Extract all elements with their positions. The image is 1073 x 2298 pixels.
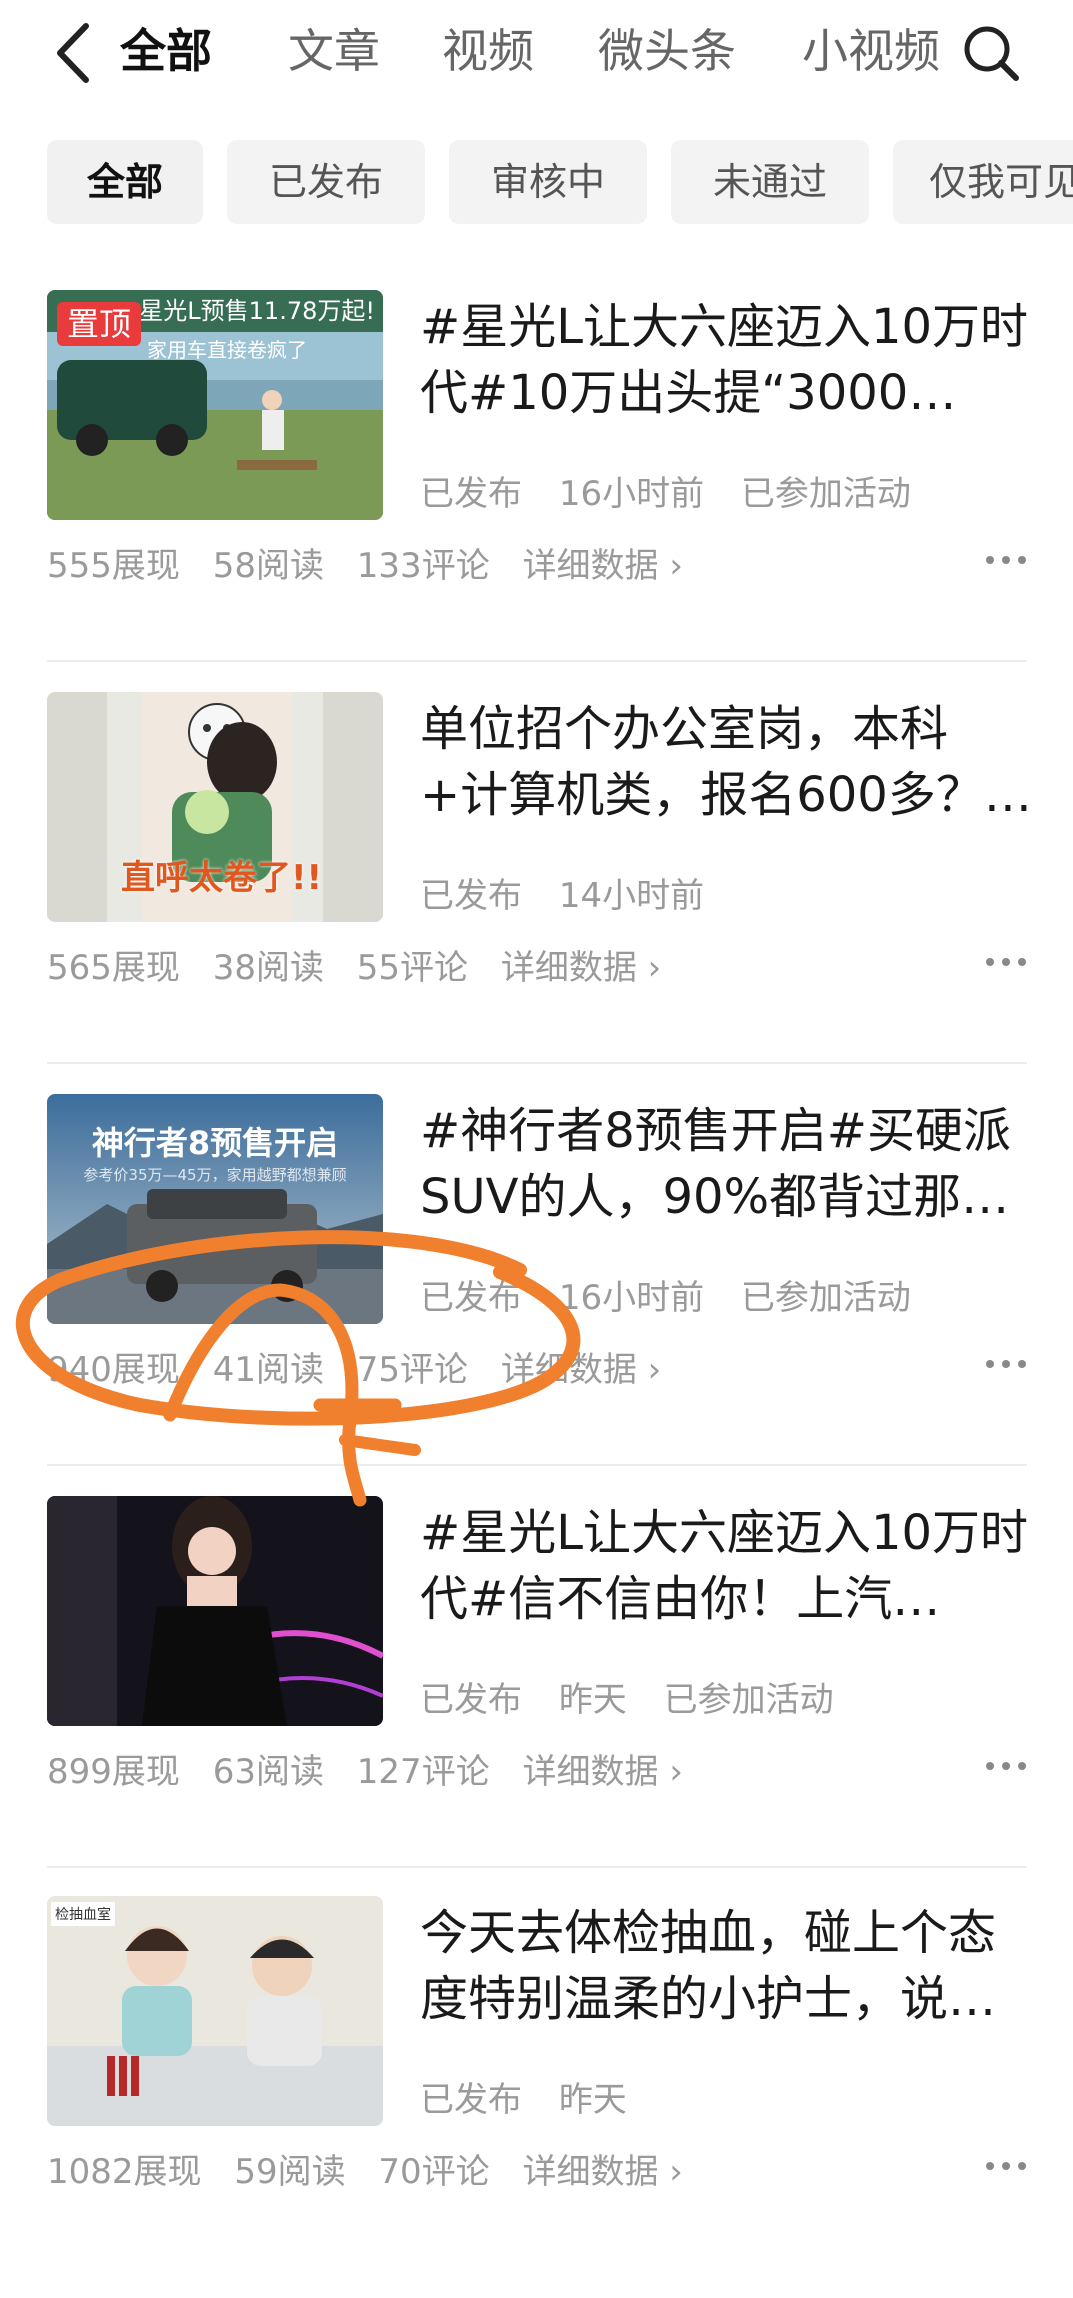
detail-data-link[interactable]: 详细数据 › xyxy=(501,1350,661,1390)
comments-count: 55评论 xyxy=(356,948,469,988)
impressions-count: 555展现 xyxy=(47,546,180,586)
reads-count: 59阅读 xyxy=(234,2152,346,2192)
divider xyxy=(47,660,1027,662)
comments-count: 133评论 xyxy=(356,546,490,586)
comments-count: 127评论 xyxy=(356,1752,490,1792)
article-title[interactable]: 单位招个办公室岗，本科+计算机类，报名600多？… xyxy=(420,696,1032,828)
impressions-count: 940展现 xyxy=(47,1350,180,1390)
thumbnail-caption: 神行者8预售开启 xyxy=(91,1124,339,1162)
more-icon[interactable] xyxy=(982,1346,1030,1382)
status-text: 已发布 xyxy=(420,474,522,514)
article-thumbnail: 神行者8预售开启 参考价35万—45万，家用越野都想兼顾 xyxy=(47,1094,383,1324)
activity-text: 已参加活动 xyxy=(663,1680,834,1720)
article-thumbnail: 星光L预售11.78万起! 家用车直接卷疯了 置顶 xyxy=(47,290,383,520)
status-text: 已发布 xyxy=(420,1680,522,1720)
filter-reviewing[interactable]: 审核中 xyxy=(449,140,647,224)
thumbnail-subcaption: 参考价35万—45万，家用越野都想兼顾 xyxy=(83,1166,347,1184)
pinned-badge: 置顶 xyxy=(57,302,142,346)
filter-published[interactable]: 已发布 xyxy=(227,140,425,224)
more-icon[interactable] xyxy=(982,1748,1030,1784)
article-title[interactable]: #神行者8预售开启#买硬派SUV的人，90%都背过那… xyxy=(420,1098,1032,1230)
article-thumbnail: 直呼太卷了!! xyxy=(47,692,383,922)
tab-short-videos[interactable]: 小视频 xyxy=(802,20,940,82)
article-stats: 1082展现 59阅读 70评论 详细数据 › xyxy=(47,2144,705,2193)
list-item[interactable]: #星光L让大六座迈入10万时代#信不信由你！上汽… 已发布 昨天 已参加活动 8… xyxy=(0,1496,1073,1898)
article-title[interactable]: #星光L让大六座迈入10万时代#10万出头提“3000… xyxy=(420,294,1032,426)
article-stats: 940展现 41阅读 75评论 详细数据 › xyxy=(47,1342,683,1391)
article-meta: 已发布 16小时前 已参加活动 xyxy=(420,1270,937,1319)
thumbnail-caption: 直呼太卷了!! xyxy=(121,858,323,898)
article-stats: 565展现 38阅读 55评论 详细数据 › xyxy=(47,940,683,989)
list-item[interactable]: 神行者8预售开启 参考价35万—45万，家用越野都想兼顾 #神行者8预售开启#买… xyxy=(0,1094,1073,1496)
divider xyxy=(47,1866,1027,1868)
impressions-count: 565展现 xyxy=(47,948,180,988)
thumbnail-caption: 检抽血室 xyxy=(51,1902,115,1926)
detail-data-link[interactable]: 详细数据 › xyxy=(501,948,661,988)
article-title[interactable]: #星光L让大六座迈入10万时代#信不信由你！上汽… xyxy=(420,1500,1032,1632)
reads-count: 41阅读 xyxy=(212,1350,324,1390)
comments-count: 70评论 xyxy=(378,2152,490,2192)
article-meta: 已发布 16小时前 已参加活动 xyxy=(420,466,937,515)
tab-micro-headlines[interactable]: 微头条 xyxy=(598,20,736,82)
list-item[interactable]: 检抽血室 今天去体检抽血，碰上个态度特别温柔的小护士，说… 已发布 昨天 108… xyxy=(0,1896,1073,2298)
tab-all[interactable]: 全部 xyxy=(120,20,212,82)
time-text: 16小时前 xyxy=(558,474,705,514)
more-icon[interactable] xyxy=(982,944,1030,980)
time-text: 昨天 xyxy=(558,2080,627,2120)
article-stats: 899展现 63阅读 127评论 详细数据 › xyxy=(47,1744,705,1793)
search-icon[interactable] xyxy=(960,22,1022,84)
impressions-count: 899展现 xyxy=(47,1752,180,1792)
top-nav: 全部 文章 视频 微头条 小视频 xyxy=(0,0,1073,110)
thumbnail-subcaption: 家用车直接卷疯了 xyxy=(147,338,307,362)
reads-count: 58阅读 xyxy=(212,546,324,586)
article-meta: 已发布 昨天 xyxy=(420,2072,653,2121)
article-meta: 已发布 14小时前 xyxy=(420,868,730,917)
article-stats: 555展现 58阅读 133评论 详细数据 › xyxy=(47,538,705,587)
back-arrow-icon[interactable] xyxy=(48,18,96,88)
status-text: 已发布 xyxy=(420,1278,522,1318)
status-text: 已发布 xyxy=(420,876,522,916)
more-icon[interactable] xyxy=(982,2148,1030,2184)
activity-text: 已参加活动 xyxy=(740,474,911,514)
detail-data-link[interactable]: 详细数据 › xyxy=(523,2152,683,2192)
time-text: 16小时前 xyxy=(558,1278,705,1318)
article-thumbnail: 检抽血室 xyxy=(47,1896,383,2126)
reads-count: 63阅读 xyxy=(212,1752,324,1792)
activity-text: 已参加活动 xyxy=(740,1278,911,1318)
status-text: 已发布 xyxy=(420,2080,522,2120)
article-meta: 已发布 昨天 已参加活动 xyxy=(420,1672,860,1721)
more-icon[interactable] xyxy=(982,542,1030,578)
divider xyxy=(47,1062,1027,1064)
divider xyxy=(47,1464,1027,1466)
article-thumbnail xyxy=(47,1496,383,1726)
comments-count: 75评论 xyxy=(356,1350,469,1390)
article-title[interactable]: 今天去体检抽血，碰上个态度特别温柔的小护士，说… xyxy=(420,1900,1032,2032)
reads-count: 38阅读 xyxy=(212,948,324,988)
filter-private[interactable]: 仅我可见 xyxy=(893,140,1073,224)
detail-data-link[interactable]: 详细数据 › xyxy=(523,546,683,586)
time-text: 14小时前 xyxy=(558,876,705,916)
list-item[interactable]: 直呼太卷了!! 单位招个办公室岗，本科+计算机类，报名600多？… 已发布 14… xyxy=(0,692,1073,1094)
tab-videos[interactable]: 视频 xyxy=(442,20,534,82)
detail-data-link[interactable]: 详细数据 › xyxy=(523,1752,683,1792)
impressions-count: 1082展现 xyxy=(47,2152,202,2192)
time-text: 昨天 xyxy=(558,1680,627,1720)
filter-rejected[interactable]: 未通过 xyxy=(671,140,869,224)
status-filter-bar: 全部 已发布 审核中 未通过 仅我可见 xyxy=(0,140,1073,226)
list-item[interactable]: 星光L预售11.78万起! 家用车直接卷疯了 置顶 #星光L让大六座迈入10万时… xyxy=(0,290,1073,692)
tab-articles[interactable]: 文章 xyxy=(288,20,380,82)
filter-all[interactable]: 全部 xyxy=(47,140,203,224)
